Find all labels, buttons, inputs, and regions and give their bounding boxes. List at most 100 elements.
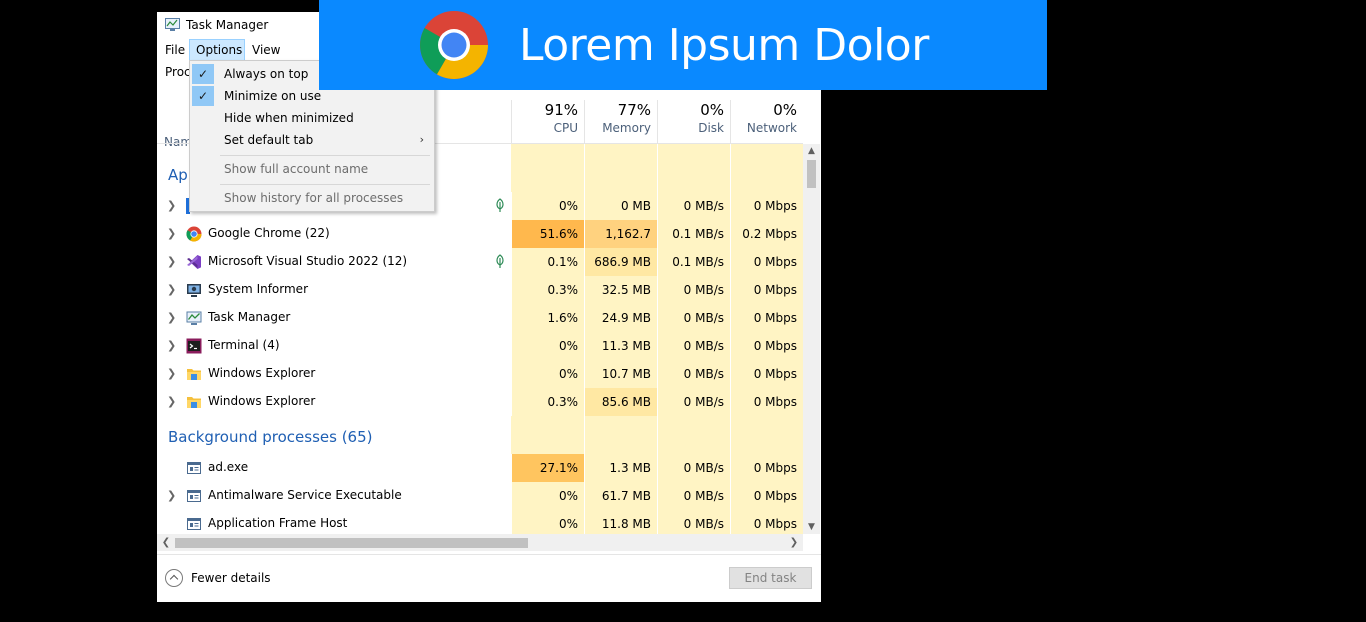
cpu-cell: 1.6% [511, 304, 584, 332]
column-cpu[interactable]: 91% CPU [511, 100, 584, 144]
horizontal-scroll-thumb[interactable] [175, 538, 528, 548]
column-network[interactable]: 0% Network [730, 100, 803, 144]
expand-chevron-icon[interactable]: ❯ [167, 199, 177, 213]
table-row[interactable]: ❯ Task Manager 1.6% 24.9 MB 0 MB/s 0 Mbp… [157, 304, 803, 332]
disk-cell: 0 MB/s [657, 332, 730, 360]
disk-cell: 0 MB/s [657, 304, 730, 332]
network-label: Network [746, 121, 797, 135]
disk-cell: 0 MB/s [657, 388, 730, 416]
expand-chevron-icon[interactable]: ❯ [167, 255, 177, 269]
disk-cell: 0 MB/s [657, 360, 730, 388]
expand-chevron-icon[interactable]: ❯ [167, 489, 177, 503]
expand-chevron-icon[interactable]: ❯ [167, 367, 177, 381]
menu-item-set-default-tab[interactable]: Set default tab › [190, 129, 434, 151]
horizontal-scrollbar[interactable]: ❮ ❯ [157, 534, 803, 551]
memory-cell: 24.9 MB [584, 304, 657, 332]
disk-cell: 0 MB/s [657, 276, 730, 304]
expand-chevron-icon[interactable]: ❯ [167, 339, 177, 353]
process-name: ad.exe [208, 460, 249, 474]
cpu-cell: 0% [511, 482, 584, 510]
cpu-cell: 0.1% [511, 248, 584, 276]
expand-chevron-icon[interactable]: ❯ [167, 395, 177, 409]
network-cell: 0.2 Mbps [730, 220, 803, 248]
process-name: Terminal (4) [208, 338, 280, 352]
menu-options[interactable]: Options [189, 39, 245, 61]
collapse-chevron-icon[interactable] [165, 569, 183, 587]
menu-separator [220, 155, 430, 156]
efficiency-leaf-icon [496, 198, 504, 212]
table-row[interactable]: ❯ System Informer 0.3% 32.5 MB 0 MB/s 0 … [157, 276, 803, 304]
memory-cell: 85.6 MB [584, 388, 657, 416]
disk-cell: 0 MB/s [657, 482, 730, 510]
menu-item-label: Hide when minimized [224, 111, 354, 125]
expand-chevron-icon[interactable]: ❯ [167, 283, 177, 297]
process-name: Microsoft Visual Studio 2022 (12) [208, 254, 408, 268]
table-row[interactable]: ❯ Windows Explorer 0% 10.7 MB 0 MB/s 0 M… [157, 360, 803, 388]
process-name: Task Manager [208, 310, 291, 324]
expand-chevron-icon[interactable]: ❯ [167, 311, 177, 325]
disk-cell: 0 MB/s [657, 510, 730, 534]
cpu-cell: 0% [511, 360, 584, 388]
menu-item-show-history[interactable]: Show history for all processes [190, 187, 434, 209]
chrome-icon [186, 226, 202, 242]
menu-item-label: Set default tab [224, 133, 314, 147]
scroll-left-icon[interactable]: ❮ [159, 534, 173, 551]
task-manager-icon [186, 311, 202, 325]
fewer-details-link[interactable]: Fewer details [191, 571, 271, 585]
menu-item-show-full-account-name[interactable]: Show full account name [190, 158, 434, 180]
cpu-percent: 91% [544, 101, 578, 119]
memory-cell: 686.9 MB [584, 248, 657, 276]
memory-cell: 1.3 MB [584, 454, 657, 482]
cpu-cell: 51.6% [511, 220, 584, 248]
column-disk[interactable]: 0% Disk [657, 100, 730, 144]
table-row[interactable]: Application Frame Host 0% 11.8 MB 0 MB/s… [157, 510, 803, 534]
end-task-button[interactable]: End task [729, 567, 812, 589]
network-cell: 0 Mbps [730, 276, 803, 304]
process-name: Windows Explorer [208, 366, 316, 380]
memory-cell: 32.5 MB [584, 276, 657, 304]
scroll-down-icon[interactable]: ▼ [803, 520, 820, 534]
vertical-scrollbar[interactable]: ▲ ▼ [803, 144, 820, 534]
cpu-cell: 0% [511, 332, 584, 360]
folder-icon [187, 397, 201, 408]
menu-file[interactable]: File [159, 39, 191, 61]
table-row[interactable]: ❯ Google Chrome (22) 51.6% 1,162.7 MB 0.… [157, 220, 803, 269]
table-row[interactable]: ❯ Windows Explorer 0.3% 85.6 MB 0 MB/s 0… [157, 388, 803, 416]
exe-icon [187, 490, 201, 502]
memory-cell: 61.7 MB [584, 482, 657, 510]
submenu-arrow-icon: › [419, 133, 424, 146]
table-row[interactable]: ❯ Antimalware Service Executable 0% 61.7… [157, 482, 803, 510]
visual-studio-icon [187, 255, 201, 269]
scroll-up-icon[interactable]: ▲ [803, 144, 820, 158]
network-cell: 0 Mbps [730, 332, 803, 360]
terminal-icon [186, 338, 202, 354]
menu-item-label: Always on top [224, 67, 309, 81]
table-row[interactable]: ❯ Microsoft Visual Studio 2022 (12) 0.1%… [157, 248, 803, 276]
network-cell: 0 Mbps [730, 482, 803, 510]
disk-cell: 0.1 MB/s [657, 248, 730, 276]
menu-item-hide-when-minimized[interactable]: Hide when minimized [190, 107, 434, 129]
table-row[interactable]: ad.exe 27.1% 1.3 MB 0 MB/s 0 Mbps [157, 454, 803, 482]
memory-label: Memory [602, 121, 651, 135]
process-name: Antimalware Service Executable [208, 488, 402, 502]
expand-chevron-icon[interactable]: ❯ [167, 227, 177, 241]
banner-title: Lorem Ipsum Dolor [519, 20, 929, 71]
table-row[interactable]: ❯ Terminal (4) 0% 11.3 MB 0 MB/s 0 Mbps [157, 332, 803, 360]
memory-percent: 77% [617, 101, 651, 119]
network-cell: 0 Mbps [730, 248, 803, 276]
group-background-title: Background processes (65) [168, 428, 373, 446]
disk-cell: 0 MB/s [657, 454, 730, 482]
scroll-right-icon[interactable]: ❯ [787, 534, 801, 551]
vertical-scroll-thumb[interactable] [807, 160, 816, 188]
cpu-label: CPU [553, 121, 578, 135]
column-memory[interactable]: 77% Memory [584, 100, 657, 144]
promo-banner: Lorem Ipsum Dolor [319, 0, 1047, 90]
menu-view[interactable]: View [246, 39, 286, 61]
efficiency-leaf-icon [496, 254, 504, 268]
tab-processes[interactable]: Proc [165, 65, 191, 79]
exe-icon [187, 518, 201, 530]
memory-cell: 0 MB [584, 192, 657, 220]
cpu-cell: 0.3% [511, 388, 584, 416]
chrome-logo-icon [420, 11, 488, 79]
footer-bar: Fewer details End task [157, 554, 821, 603]
